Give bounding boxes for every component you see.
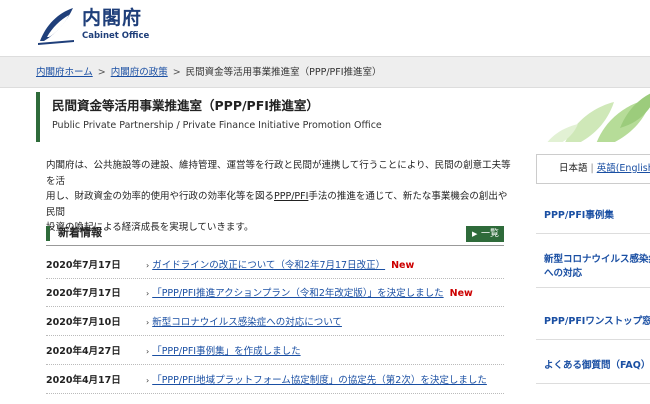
news-item: 2020年7月17日 › 「PPP/PFI推進アクションプラン（令和2年改定版）」… <box>46 279 504 307</box>
chevron-right-icon: ▶ <box>472 230 478 238</box>
news-date: 2020年4月17日 <box>46 375 121 386</box>
intro-line: 用し、財政資金の効率的使用や行政の効率化等を図るPPP/PFI手法の推進を通じて… <box>46 189 512 220</box>
news-link[interactable]: › ガイドラインの改正について（令和2年7月17日改正） New <box>146 260 414 272</box>
sidebar-item-faq[interactable]: よくある御質問（FAQ） <box>536 350 650 384</box>
breadcrumb-policy-link[interactable]: 内閣府の政策 <box>111 67 168 78</box>
chevron-right-icon: › <box>146 347 150 356</box>
news-link[interactable]: › 「PPP/PFI地域プラットフォーム協定制度」の協定先（第2次）を決定しました <box>146 375 487 387</box>
new-badge: New <box>391 260 415 271</box>
news-date: 2020年7月17日 <box>46 288 121 299</box>
breadcrumb-separator: > <box>97 67 106 78</box>
logo-text-en[interactable]: Cabinet Office <box>82 31 149 41</box>
news-link[interactable]: › 「PPP/PFI事例集」を作成しました <box>146 346 301 358</box>
cabinet-office-logo-icon[interactable] <box>36 7 76 45</box>
news-date: 2020年7月17日 <box>46 260 121 271</box>
language-options: 日本語|英語(English) <box>559 163 650 175</box>
breadcrumb: 内閣府ホーム > 内閣府の政策 > 民間資金等活用事業推進室（PPP/PFI推進室） <box>36 67 382 79</box>
language-english-link[interactable]: 英語(English) <box>597 163 650 174</box>
sidebar-item-label[interactable]: PPP/PFIワンストップ窓口 <box>544 316 650 328</box>
chevron-right-icon: › <box>146 318 150 327</box>
news-link-text[interactable]: ガイドラインの改正について（令和2年7月17日改正） <box>152 260 385 271</box>
page-title-box: 民間資金等活用事業推進室（PPP/PFI推進室） Public Private … <box>36 92 650 142</box>
breadcrumb-separator: > <box>172 67 181 78</box>
page-subtitle-en: Public Private Partnership / Private Fin… <box>52 120 382 131</box>
sidebar-item-covid[interactable]: 新型コロナウイルス感染症 への対応 <box>536 244 650 288</box>
new-badge: New <box>449 288 473 299</box>
page-title: 民間資金等活用事業推進室（PPP/PFI推進室） <box>52 98 319 113</box>
language-current: 日本語 <box>559 163 588 174</box>
news-list-button[interactable]: ▶ 一覧 <box>466 226 504 242</box>
news-item: 2020年7月17日 › ガイドラインの改正について（令和2年7月17日改正） Ne… <box>46 251 504 279</box>
language-switcher: 日本語|英語(English) <box>536 154 650 184</box>
chevron-right-icon: › <box>146 376 150 385</box>
news-section-title: 新着情報 <box>58 226 102 239</box>
news-link[interactable]: › 「PPP/PFI推進アクションプラン（令和2年改定版）」を決定しました New <box>146 288 473 300</box>
news-link[interactable]: › 新型コロナウイルス感染症への対応について <box>146 317 342 329</box>
sidebar-item-label[interactable]: への対応 <box>544 268 582 280</box>
section-accent-bar <box>46 226 50 241</box>
ppp-pfi-link[interactable]: PPP/PFI <box>274 191 308 202</box>
news-link-text[interactable]: 「PPP/PFI地域プラットフォーム協定制度」の協定先（第2次）を決定しました <box>152 375 487 386</box>
news-item: 2020年7月10日 › 新型コロナウイルス感染症への対応について <box>46 308 504 336</box>
sidebar-item-one-stop[interactable]: PPP/PFIワンストップ窓口 <box>536 306 650 340</box>
sidebar-item-case-studies[interactable]: PPP/PFI事例集 <box>536 200 650 234</box>
leaf-decoration-icon <box>547 93 650 142</box>
breadcrumb-bar: 内閣府ホーム > 内閣府の政策 > 民間資金等活用事業推進室（PPP/PFI推進室） <box>0 56 650 88</box>
news-date: 2020年4月27日 <box>46 346 121 357</box>
news-item: 2020年4月27日 › 「PPP/PFI事例集」を作成しました <box>46 337 504 365</box>
breadcrumb-home-link[interactable]: 内閣府ホーム <box>36 67 93 78</box>
news-link-text[interactable]: 「PPP/PFI推進アクションプラン（令和2年改定版）」を決定しました <box>152 288 443 299</box>
logo-text-jp[interactable]: 内閣府 <box>82 7 142 29</box>
news-date: 2020年7月10日 <box>46 317 121 328</box>
news-link-text[interactable]: 新型コロナウイルス感染症への対応について <box>152 317 342 328</box>
news-list-button-label: 一覧 <box>480 229 499 239</box>
news-section-header: 新着情報 ▶ 一覧 <box>46 224 504 246</box>
chevron-right-icon: › <box>146 261 150 270</box>
intro-text-segment: 用し、財政資金の効率的使用や行政の効率化等を図る <box>46 191 275 203</box>
sidebar-item-label[interactable]: PPP/PFI事例集 <box>544 210 614 222</box>
sidebar-item-label[interactable]: よくある御質問（FAQ） <box>544 360 650 372</box>
breadcrumb-current: 民間資金等活用事業推進室（PPP/PFI推進室） <box>185 67 382 78</box>
intro-line: 内閣府は、公共施設等の建設、維持管理、運営等を行政と民間が連携して行うことにより… <box>46 160 511 187</box>
site-header: 内閣府 Cabinet Office <box>0 0 650 56</box>
news-link-text[interactable]: 「PPP/PFI事例集」を作成しました <box>152 346 300 357</box>
language-separator: | <box>590 163 594 174</box>
news-item: 2020年4月17日 › 「PPP/PFI地域プラットフォーム協定制度」の協定先（… <box>46 366 504 394</box>
sidebar-item-label[interactable]: 新型コロナウイルス感染症 <box>544 254 650 266</box>
chevron-right-icon: › <box>146 289 150 298</box>
